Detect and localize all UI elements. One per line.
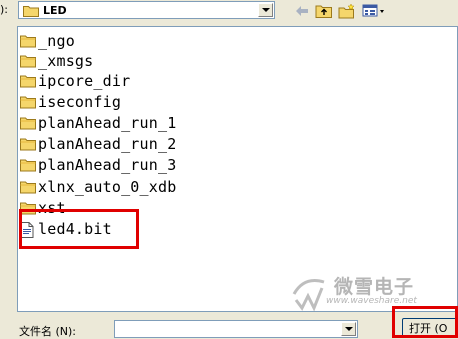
filename-input[interactable]: [114, 320, 358, 338]
file-name: _xmsgs: [38, 52, 94, 70]
view-menu-button[interactable]: [362, 2, 386, 20]
file-name: planAhead_run_2: [38, 135, 177, 153]
list-item[interactable]: _ngo: [20, 31, 75, 51]
view-menu-icon: [362, 4, 384, 17]
file-list[interactable]: _ngo _xmsgs ipcore_dir iseconfig planAhe…: [17, 26, 458, 312]
highlight-box: [19, 209, 139, 249]
lookin-value: LED: [43, 4, 67, 17]
watermark-url: www.waveshare.net: [326, 296, 417, 306]
up-folder-icon: [315, 5, 332, 18]
list-item[interactable]: ipcore_dir: [20, 71, 130, 91]
new-folder-icon: [338, 3, 355, 19]
list-item[interactable]: planAhead_run_3: [20, 155, 176, 175]
folder-icon: [20, 116, 36, 130]
folder-icon: [23, 5, 39, 20]
file-name: xlnx_auto_0_xdb: [38, 178, 177, 196]
lookin-dropdown[interactable]: LED: [18, 1, 275, 19]
folder-icon: [20, 74, 36, 88]
folder-icon: [20, 34, 36, 48]
folder-icon: [20, 158, 36, 172]
new-folder-button[interactable]: [337, 2, 357, 20]
chevron-down-icon[interactable]: [341, 322, 356, 336]
highlight-box: [392, 306, 458, 338]
folder-icon: [20, 137, 36, 151]
list-item[interactable]: planAhead_run_2: [20, 134, 176, 154]
back-button[interactable]: [294, 2, 310, 20]
file-name: _ngo: [38, 32, 75, 50]
lookin-label: ):: [0, 3, 8, 16]
chevron-down-icon[interactable]: [258, 3, 273, 17]
folder-icon: [20, 180, 36, 194]
watermark-title: 微雪电子: [334, 276, 415, 298]
list-item[interactable]: planAhead_run_1: [20, 113, 176, 133]
file-name: ipcore_dir: [38, 72, 131, 90]
back-arrow-icon: [296, 6, 308, 16]
list-item[interactable]: xlnx_auto_0_xdb: [20, 177, 176, 197]
file-name: planAhead_run_1: [38, 114, 177, 132]
folder-icon: [20, 95, 36, 109]
list-item[interactable]: _xmsgs: [20, 51, 93, 71]
waveshare-logo-icon: [292, 279, 325, 312]
file-name: iseconfig: [38, 93, 122, 111]
filename-label: 文件名 (N):: [19, 325, 77, 338]
file-name: planAhead_run_3: [38, 156, 177, 174]
up-folder-button[interactable]: [314, 2, 334, 20]
list-item[interactable]: iseconfig: [20, 92, 121, 112]
folder-icon: [20, 54, 36, 68]
